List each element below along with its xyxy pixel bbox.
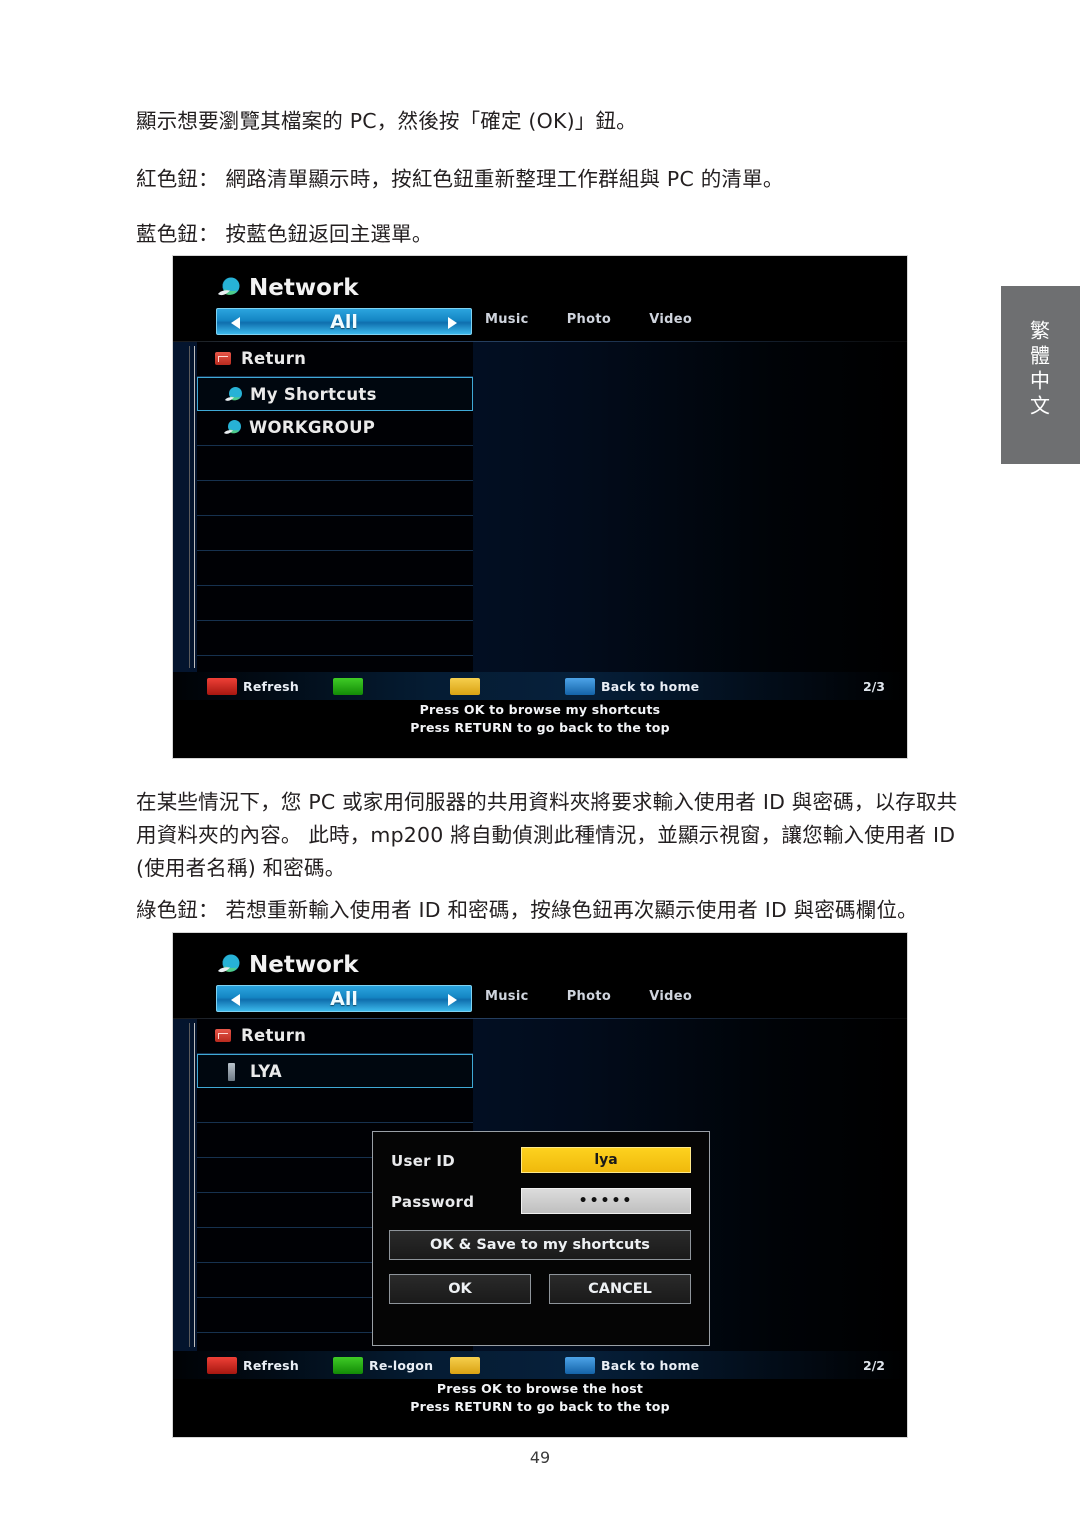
blue-key-label: Back to home	[601, 1358, 700, 1373]
scrollbar[interactable]	[189, 1023, 195, 1347]
scrollbar[interactable]	[189, 346, 195, 668]
chevron-right-icon[interactable]	[448, 317, 457, 329]
tab-video[interactable]: Video	[649, 989, 692, 1004]
globe-icon	[225, 387, 242, 401]
language-side-tab-label: 繁體中文	[1026, 320, 1051, 420]
ok-and-save-button[interactable]: OK & Save to my shortcuts	[389, 1230, 691, 1260]
shot2-header: Network All Music Photo Video	[173, 933, 907, 1019]
page-number: 49	[529, 1448, 551, 1467]
red-key-label: Refresh	[243, 679, 299, 694]
list-item[interactable]: Return	[197, 342, 473, 377]
list-item[interactable]: My Shortcuts	[197, 377, 473, 411]
shot1-content: Return My Shortcuts WORKGROUP	[173, 342, 907, 691]
red-key-label: Refresh	[243, 1358, 299, 1373]
list-item[interactable]	[197, 551, 473, 586]
globe-icon	[224, 420, 241, 434]
list-item-label: Return	[241, 1026, 307, 1045]
tab-photo[interactable]: Photo	[567, 989, 611, 1004]
list-item[interactable]	[197, 1088, 473, 1123]
hint-line-2: Press RETURN to go back to the top	[410, 719, 670, 735]
blue-key-icon[interactable]	[565, 1357, 595, 1374]
list-item-label: My Shortcuts	[250, 385, 377, 404]
shot1-hints: Press OK to browse my shortcuts Press RE…	[173, 701, 907, 737]
globe-icon	[218, 277, 240, 296]
host-icon	[228, 1063, 235, 1081]
hint-line-1: Press OK to browse my shortcuts	[419, 702, 661, 717]
language-side-tab: 繁體中文	[1001, 286, 1080, 464]
shot1-title: Network	[249, 275, 359, 301]
tab-music[interactable]: Music	[485, 989, 529, 1004]
screenshot-network-login: Network All Music Photo Video Return LYA	[173, 933, 907, 1437]
shot2-tabs: Music Photo Video	[485, 989, 726, 1004]
shot2-color-key-bar: Refresh Re-logon Back to home 2/2	[173, 1351, 907, 1379]
blue-key-label: Back to home	[601, 679, 700, 694]
list-item[interactable]	[197, 516, 473, 551]
list-item[interactable]: LYA	[197, 1054, 473, 1088]
shot2-filter-selector[interactable]: All	[216, 985, 472, 1012]
red-key-icon[interactable]	[207, 1357, 237, 1374]
login-dialog: User ID lya Password ••••• OK & Save to …	[372, 1131, 710, 1346]
password-input[interactable]: •••••	[521, 1188, 691, 1214]
password-label: Password	[391, 1193, 475, 1211]
shot1-list: Return My Shortcuts WORKGROUP	[197, 342, 473, 691]
cancel-button[interactable]: CANCEL	[549, 1274, 691, 1304]
shot2-footer: Refresh Re-logon Back to home 2/2 Press …	[173, 1351, 907, 1437]
blue-key-icon[interactable]	[565, 678, 595, 695]
list-item[interactable]: Return	[197, 1019, 473, 1054]
list-item-label: Return	[241, 349, 307, 368]
shot1-header: Network All Music Photo Video	[173, 256, 907, 342]
return-icon	[215, 1029, 231, 1042]
shot2-filter-value: All	[330, 988, 358, 1010]
shot1-footer: Refresh Back to home 2/3 Press OK to bro…	[173, 672, 907, 758]
yellow-key-icon[interactable]	[450, 1357, 480, 1374]
page-indicator: 2/3	[863, 679, 885, 694]
hint-line-2: Press RETURN to go back to the top	[410, 1398, 670, 1414]
list-item-label: WORKGROUP	[249, 418, 376, 437]
yellow-key-icon[interactable]	[450, 678, 480, 695]
chevron-right-icon[interactable]	[448, 994, 457, 1006]
shot1-color-key-bar: Refresh Back to home 2/3	[173, 672, 907, 700]
globe-icon	[218, 954, 240, 973]
green-key-icon[interactable]	[333, 1357, 363, 1374]
list-item[interactable]	[197, 481, 473, 516]
paragraph-5-green-button: 綠色鈕： 若想重新輸入使用者 ID 和密碼，按綠色鈕再次顯示使用者 ID 與密碼…	[136, 898, 918, 922]
list-item[interactable]	[197, 586, 473, 621]
tab-photo[interactable]: Photo	[567, 312, 611, 327]
list-item[interactable]	[197, 446, 473, 481]
shot1-filter-value: All	[330, 311, 358, 333]
shot2-title: Network	[249, 952, 359, 978]
ok-button[interactable]: OK	[389, 1274, 531, 1304]
paragraph-4: 在某些情況下，您 PC 或家用伺服器的共用資料夾將要求輸入使用者 ID 與密碼，…	[136, 790, 958, 881]
hint-line-1: Press OK to browse the host	[436, 1381, 644, 1396]
green-key-icon[interactable]	[333, 678, 363, 695]
return-icon	[215, 352, 231, 365]
shot2-content: Return LYA User ID lya Password ••••• OK…	[173, 1019, 907, 1368]
paragraph-1: 顯示想要瀏覽其檔案的 PC，然後按「確定 (OK)」鈕。	[136, 109, 637, 133]
list-item-label: LYA	[250, 1062, 282, 1081]
user-id-input[interactable]: lya	[521, 1147, 691, 1173]
user-id-label: User ID	[391, 1152, 456, 1170]
list-item[interactable]	[197, 621, 473, 656]
list-item[interactable]: WORKGROUP	[197, 411, 473, 446]
red-key-icon[interactable]	[207, 678, 237, 695]
screenshot-network-list: Network All Music Photo Video Return My …	[173, 256, 907, 758]
shot1-filter-selector[interactable]: All	[216, 308, 472, 335]
page-indicator: 2/2	[863, 1358, 885, 1373]
shot1-tabs: Music Photo Video	[485, 312, 726, 327]
tab-music[interactable]: Music	[485, 312, 529, 327]
tab-video[interactable]: Video	[649, 312, 692, 327]
paragraph-3-blue-button: 藍色鈕： 按藍色鈕返回主選單。	[136, 222, 433, 246]
green-key-label: Re-logon	[369, 1358, 434, 1373]
paragraph-2-red-button: 紅色鈕： 網路清單顯示時，按紅色鈕重新整理工作群組與 PC 的清單。	[136, 167, 784, 191]
shot2-hints: Press OK to browse the host Press RETURN…	[173, 1380, 907, 1416]
